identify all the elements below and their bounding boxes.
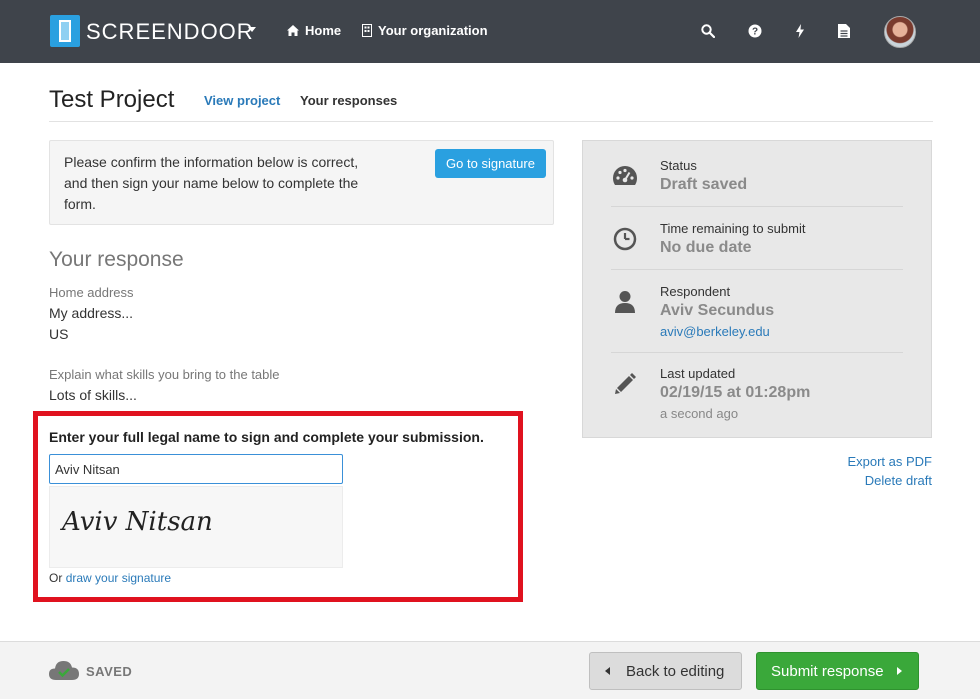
status-value: Draft saved <box>660 176 748 193</box>
respondent-label: Respondent <box>660 284 731 299</box>
brand-name[interactable]: SCREENDOOR <box>86 19 254 45</box>
status-panel: Status Draft saved Time remaining to sub… <box>582 140 932 438</box>
confirm-notice-text: Please confirm the information below is … <box>64 154 359 212</box>
back-to-editing-label: Back to editing <box>626 662 725 680</box>
export-pdf-link[interactable]: Export as PDF <box>847 454 932 469</box>
row-divider <box>611 269 903 270</box>
user-avatar[interactable] <box>884 16 916 48</box>
clock-icon <box>611 225 639 253</box>
nav-home[interactable]: Home <box>287 23 341 38</box>
header-divider <box>49 121 933 122</box>
nav-your-organization-label: Your organization <box>378 23 488 38</box>
chevron-down-icon[interactable] <box>248 27 256 32</box>
top-navbar: SCREENDOOR Home Your organization ? <box>0 0 980 63</box>
document-icon[interactable] <box>834 21 854 41</box>
saved-status: SAVED <box>86 664 133 679</box>
respondent-name: Aviv Secundus <box>660 302 775 319</box>
last-updated-value: 02/19/15 at 01:28pm <box>660 384 811 401</box>
delete-draft-link[interactable]: Delete draft <box>865 473 932 488</box>
bolt-icon[interactable] <box>790 21 810 41</box>
signature-instruction: Enter your full legal name to sign and c… <box>49 429 484 445</box>
last-updated-label: Last updated <box>660 366 736 381</box>
row-divider <box>611 206 903 207</box>
field-value-line: My address... <box>49 305 134 321</box>
signature-alt-prefix: Or <box>49 571 63 585</box>
user-icon <box>611 288 639 316</box>
screendoor-logo-icon[interactable] <box>50 15 80 47</box>
tab-view-project[interactable]: View project <box>204 93 280 108</box>
submit-response-label: Submit response <box>771 662 884 680</box>
last-updated-relative: a second ago <box>660 406 739 421</box>
field-value-line: US <box>49 326 69 342</box>
field-label-skills: Explain what skills you bring to the tab… <box>49 367 280 382</box>
search-icon[interactable] <box>698 21 718 41</box>
respondent-email-link[interactable]: aviv@berkeley.edu <box>660 324 770 339</box>
caret-right-icon <box>896 667 902 675</box>
time-remaining-label: Time remaining to submit <box>660 221 806 236</box>
back-to-editing-button[interactable]: Back to editing <box>589 652 742 690</box>
field-value-line: Lots of skills... <box>49 387 137 403</box>
response-heading: Your response <box>49 248 184 271</box>
draw-signature-link[interactable]: draw your signature <box>66 571 171 585</box>
dashboard-gauge-icon <box>611 162 639 190</box>
svg-text:?: ? <box>752 27 758 38</box>
confirm-notice: Please confirm the information below is … <box>49 140 554 225</box>
building-icon <box>362 24 372 37</box>
nav-your-organization[interactable]: Your organization <box>362 23 488 38</box>
tab-your-responses[interactable]: Your responses <box>300 93 397 108</box>
status-label: Status <box>660 158 697 173</box>
pencil-icon <box>611 370 639 398</box>
signature-alt-option: Or draw your signature <box>49 571 171 585</box>
go-to-signature-button[interactable]: Go to signature <box>435 149 546 178</box>
signature-preview: Aviv Nitsan <box>49 486 343 568</box>
submit-response-button[interactable]: Submit response <box>756 652 919 690</box>
cloud-check-icon <box>48 659 80 681</box>
home-icon <box>287 25 299 36</box>
field-label-home-address: Home address <box>49 285 134 300</box>
signature-name-input[interactable] <box>49 454 343 484</box>
page-title: Test Project <box>49 86 175 113</box>
footer-bar: SAVED Back to editing Submit response <box>0 641 980 699</box>
nav-home-label: Home <box>305 23 342 38</box>
time-remaining-value: No due date <box>660 239 752 256</box>
caret-left-icon <box>605 667 610 675</box>
row-divider <box>611 352 903 353</box>
signature-preview-text: Aviv Nitsan <box>62 507 213 537</box>
help-icon[interactable]: ? <box>745 21 765 41</box>
